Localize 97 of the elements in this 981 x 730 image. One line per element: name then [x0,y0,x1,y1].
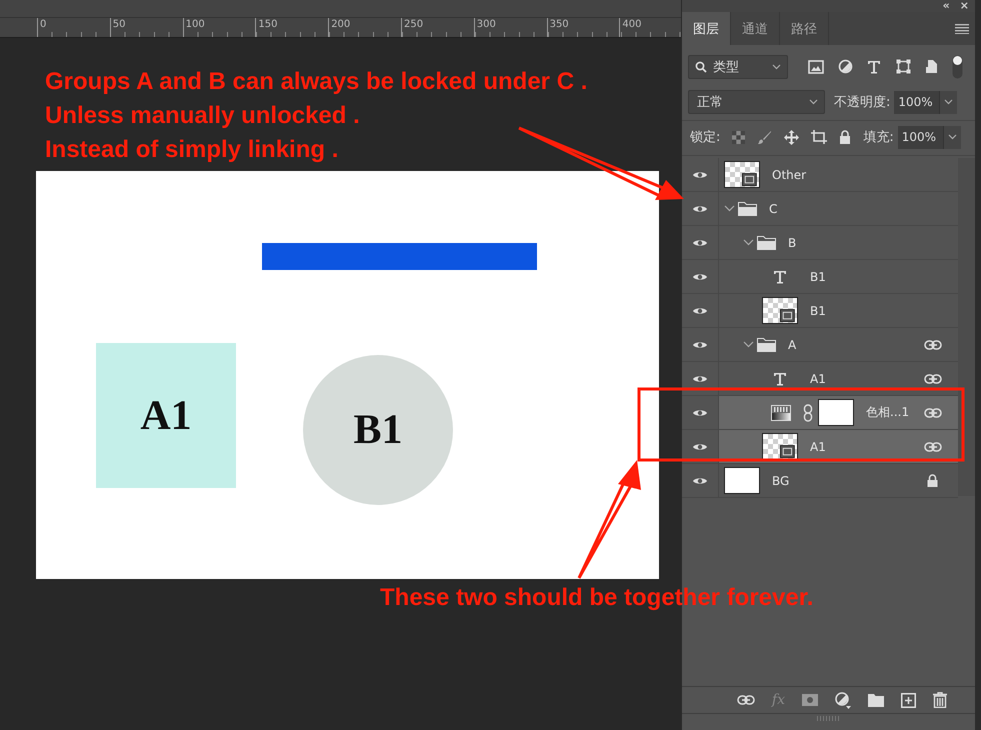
chevron-down-icon [948,134,957,140]
chevron-icon[interactable] [724,205,735,212]
type-icon [773,270,787,284]
ruler-label: 50 [110,18,183,37]
type-icon[interactable] [867,60,882,74]
chevron-down-icon [944,99,954,105]
mask-icon[interactable] [802,694,818,706]
annotation-text: Instead of simply linking . [45,135,340,165]
layer-name: Other [772,168,806,182]
lock-icon[interactable] [839,130,852,144]
crop-icon[interactable] [811,130,828,144]
eye-icon[interactable] [692,170,708,180]
ruler-label: 350 [546,18,620,37]
layer-name: BG [772,474,790,488]
scroll-track[interactable] [958,158,975,496]
chevron-down-icon [772,64,781,70]
eye-icon[interactable] [692,408,708,418]
ruler-label: 0 [37,18,110,37]
layer-name: A1 [810,372,826,386]
trash-icon[interactable] [933,692,947,708]
layer-row[interactable]: A1 [682,362,958,396]
folder-icon [738,202,757,216]
layer-row[interactable]: C [682,192,958,226]
layer-name: B1 [810,270,826,284]
document-icon[interactable] [924,59,938,74]
toggle-icon[interactable] [952,54,963,78]
layer-name: C [769,202,778,216]
opacity-field[interactable]: 100% [894,90,940,114]
move-icon[interactable] [784,130,800,144]
ruler-label: 150 [255,18,328,37]
transform-icon[interactable] [896,59,911,74]
layer-thumbnail [724,467,760,494]
panel-header-button[interactable]: « [942,0,950,12]
layer-name: A [788,338,796,352]
layer-row[interactable]: Other [682,158,958,192]
new-layer-icon[interactable] [901,692,916,708]
folder-icon[interactable] [868,694,884,706]
eye-icon[interactable] [692,204,708,214]
layer-row[interactable]: A [682,328,958,362]
checker-icon[interactable] [732,130,746,144]
annotation-text: Unless manually unlocked . [45,101,361,131]
annotation-text: Groups A and B can always be locked under C . [45,67,588,97]
folder-icon [757,236,776,250]
panel-tab[interactable]: 通道 [731,12,780,45]
search-icon [695,60,707,72]
shape-label: B1 [353,406,402,454]
menu-icon[interactable] [955,24,969,34]
chevron-icon[interactable] [743,239,754,246]
layer-thumbnail [762,433,798,460]
filter-dropdown[interactable]: 类型 [688,54,788,78]
chevron-icon[interactable] [743,341,754,348]
eye-icon[interactable] [692,442,708,452]
chevron-down-icon [809,99,818,105]
fill-dropdown[interactable] [942,126,961,148]
panel-tab[interactable]: 图层 [682,12,731,45]
type-icon [773,372,787,386]
panel-tab[interactable]: 路径 [780,12,829,45]
layer-name: 色相...1 [866,404,910,421]
layer-row[interactable]: B [682,226,958,260]
layer-row[interactable]: A1 [682,430,958,464]
layer-thumbnail [762,297,798,324]
layer-name: B [788,236,796,250]
mask-thumbnail [818,399,854,426]
chain-icon[interactable] [803,404,813,422]
ruler-label: 300 [474,18,547,37]
annotation-text: These two should be together forever. [380,583,814,613]
layer-name: A1 [810,440,826,454]
eye-icon[interactable] [692,306,708,316]
layer-row[interactable]: BG [682,464,958,498]
gradient-map-icon [771,404,791,420]
eye-icon[interactable] [692,340,708,350]
brush-icon[interactable] [757,130,772,144]
ruler-label: 250 [400,18,474,37]
half-circle-icon[interactable] [835,692,851,708]
fill-field[interactable]: 100% [898,126,943,148]
ruler-label: 100 [182,18,256,37]
eye-icon[interactable] [692,238,708,248]
image-icon[interactable] [808,60,824,74]
folder-icon [757,338,776,352]
panel-header-button[interactable]: × [960,0,969,12]
layer-row[interactable]: B1 [682,260,958,294]
ruler-label: 200 [328,18,401,37]
half-circle-icon[interactable] [838,59,854,74]
layer-thumbnail [724,161,760,188]
layer-name: B1 [810,304,826,318]
fill-label: 填充: [863,129,894,146]
opacity-label: 不透明度: [834,94,890,111]
blend-mode-dropdown[interactable]: 正常 [688,90,825,114]
eye-icon[interactable] [692,272,708,282]
link-icon[interactable] [736,695,755,705]
layer-row[interactable]: B1 [682,294,958,328]
opacity-dropdown[interactable] [939,90,958,114]
eye-icon[interactable] [692,374,708,384]
layer-row[interactable]: 色相...1 [682,396,958,430]
lock-label: 锁定: [690,129,720,146]
eye-icon[interactable] [692,476,708,486]
shape-label: A1 [140,392,192,440]
